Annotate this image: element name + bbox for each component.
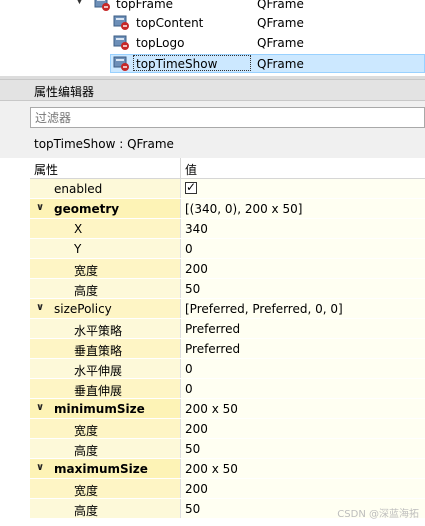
property-name: Y <box>74 242 82 256</box>
property-value[interactable]: Preferred <box>185 322 240 336</box>
tree-object-name: topContent <box>136 16 204 30</box>
property-value[interactable]: 200 x 50 <box>185 402 238 416</box>
property-editor-titlebar: 属性编辑器 <box>0 79 425 101</box>
tree-row-toplogo[interactable]: topLogo QFrame <box>0 33 425 53</box>
tree-object-name: topFrame <box>116 0 174 11</box>
property-value[interactable]: 0 <box>185 362 193 376</box>
tree-object-name: topLogo <box>136 36 185 50</box>
qframe-widget-icon <box>94 0 110 11</box>
tree-row-toptimeshow[interactable]: topTimeShow QFrame <box>0 54 425 74</box>
watermark: CSDN @深蓝海拓 <box>337 509 419 520</box>
property-row-min-width[interactable]: 宽度 200 <box>30 419 425 439</box>
property-name: 宽度 <box>74 264 99 278</box>
property-value[interactable]: [(340, 0), 200 x 50] <box>185 202 302 216</box>
enabled-checkbox[interactable]: ✓ <box>185 180 197 194</box>
qframe-widget-icon <box>113 56 129 71</box>
tree-row-topcontent[interactable]: topContent QFrame <box>0 13 425 33</box>
property-row-vpolicy[interactable]: 垂直策略 Preferred <box>30 339 425 359</box>
property-name: 宽度 <box>74 424 99 438</box>
property-row-minimumsize[interactable]: ∨ minimumSize 200 x 50 <box>30 399 425 419</box>
property-row-width[interactable]: 宽度 200 <box>30 259 425 279</box>
property-row-y[interactable]: Y 0 <box>30 239 425 259</box>
property-name: geometry <box>54 202 120 216</box>
property-row-hstretch[interactable]: 水平伸展 0 <box>30 359 425 379</box>
chevron-down-icon[interactable]: ∨ <box>36 202 44 213</box>
header-property[interactable]: 属性 <box>34 161 58 178</box>
property-value[interactable]: 340 <box>185 222 208 236</box>
property-name: 垂直策略 <box>74 344 123 358</box>
property-value[interactable]: 50 <box>185 502 200 516</box>
tree-object-name: topTimeShow <box>136 57 218 71</box>
property-name: 宽度 <box>74 484 99 498</box>
filter-input[interactable] <box>30 107 425 128</box>
header-value[interactable]: 值 <box>185 161 197 178</box>
property-value[interactable]: 50 <box>185 282 200 296</box>
property-name: 高度 <box>74 284 99 298</box>
chevron-down-icon[interactable]: ∨ <box>36 462 44 473</box>
property-value[interactable]: 0 <box>185 242 193 256</box>
property-row-height[interactable]: 高度 50 <box>30 279 425 299</box>
property-row-max-width[interactable]: 宽度 200 <box>30 479 425 499</box>
property-name: minimumSize <box>54 402 145 416</box>
property-row-sizepolicy[interactable]: ∨ sizePolicy [Preferred, Preferred, 0, 0… <box>30 299 425 319</box>
property-row-maximumsize[interactable]: ∨ maximumSize 200 x 50 <box>30 459 425 479</box>
property-name: 高度 <box>74 444 99 458</box>
property-row-x[interactable]: X 340 <box>30 219 425 239</box>
property-name: enabled <box>54 182 103 196</box>
property-value[interactable]: 200 <box>185 262 208 276</box>
property-grid-header: 属性 值 <box>30 158 425 179</box>
property-name: 水平策略 <box>74 324 123 338</box>
property-value[interactable]: 50 <box>185 442 200 456</box>
property-value[interactable]: 0 <box>185 382 193 396</box>
property-name: maximumSize <box>54 462 148 476</box>
property-name: 垂直伸展 <box>74 384 123 398</box>
property-name: 水平伸展 <box>74 364 123 378</box>
tree-object-class: QFrame <box>257 0 304 11</box>
property-grid: 属性 值 enabled ✓ ∨ geometry [(340, 0), 200… <box>0 158 425 526</box>
chevron-down-icon[interactable]: ∨ <box>36 302 44 313</box>
property-row-min-height[interactable]: 高度 50 <box>30 439 425 459</box>
property-value[interactable]: Preferred <box>185 342 240 356</box>
object-class-label: topTimeShow : QFrame <box>34 137 174 151</box>
tree-object-class: QFrame <box>257 16 304 30</box>
property-name: 高度 <box>74 504 99 518</box>
tree-row-topframe[interactable]: ▼ topFrame QFrame <box>0 0 425 14</box>
property-value[interactable]: 200 x 50 <box>185 462 238 476</box>
property-editor-title: 属性编辑器 <box>34 85 95 99</box>
property-value[interactable]: 200 <box>185 482 208 496</box>
property-row-enabled[interactable]: enabled ✓ <box>30 179 425 199</box>
chevron-down-icon[interactable]: ∨ <box>36 402 44 413</box>
tree-object-class: QFrame <box>257 36 304 50</box>
check-icon: ✓ <box>186 180 197 194</box>
property-row-geometry[interactable]: ∨ geometry [(340, 0), 200 x 50] <box>30 199 425 219</box>
property-row-vstretch[interactable]: 垂直伸展 0 <box>30 379 425 399</box>
tree-object-class: QFrame <box>257 57 304 71</box>
object-tree: ▼ topFrame QFrame topContent QFrame topL… <box>0 0 425 76</box>
property-name: X <box>74 222 83 236</box>
property-row-hpolicy[interactable]: 水平策略 Preferred <box>30 319 425 339</box>
property-value[interactable]: [Preferred, Preferred, 0, 0] <box>185 302 343 316</box>
qframe-widget-icon <box>113 35 129 50</box>
qframe-widget-icon <box>113 15 129 30</box>
chevron-down-icon[interactable]: ▼ <box>76 0 83 6</box>
property-value[interactable]: 200 <box>185 422 208 436</box>
property-name: sizePolicy <box>54 302 112 316</box>
